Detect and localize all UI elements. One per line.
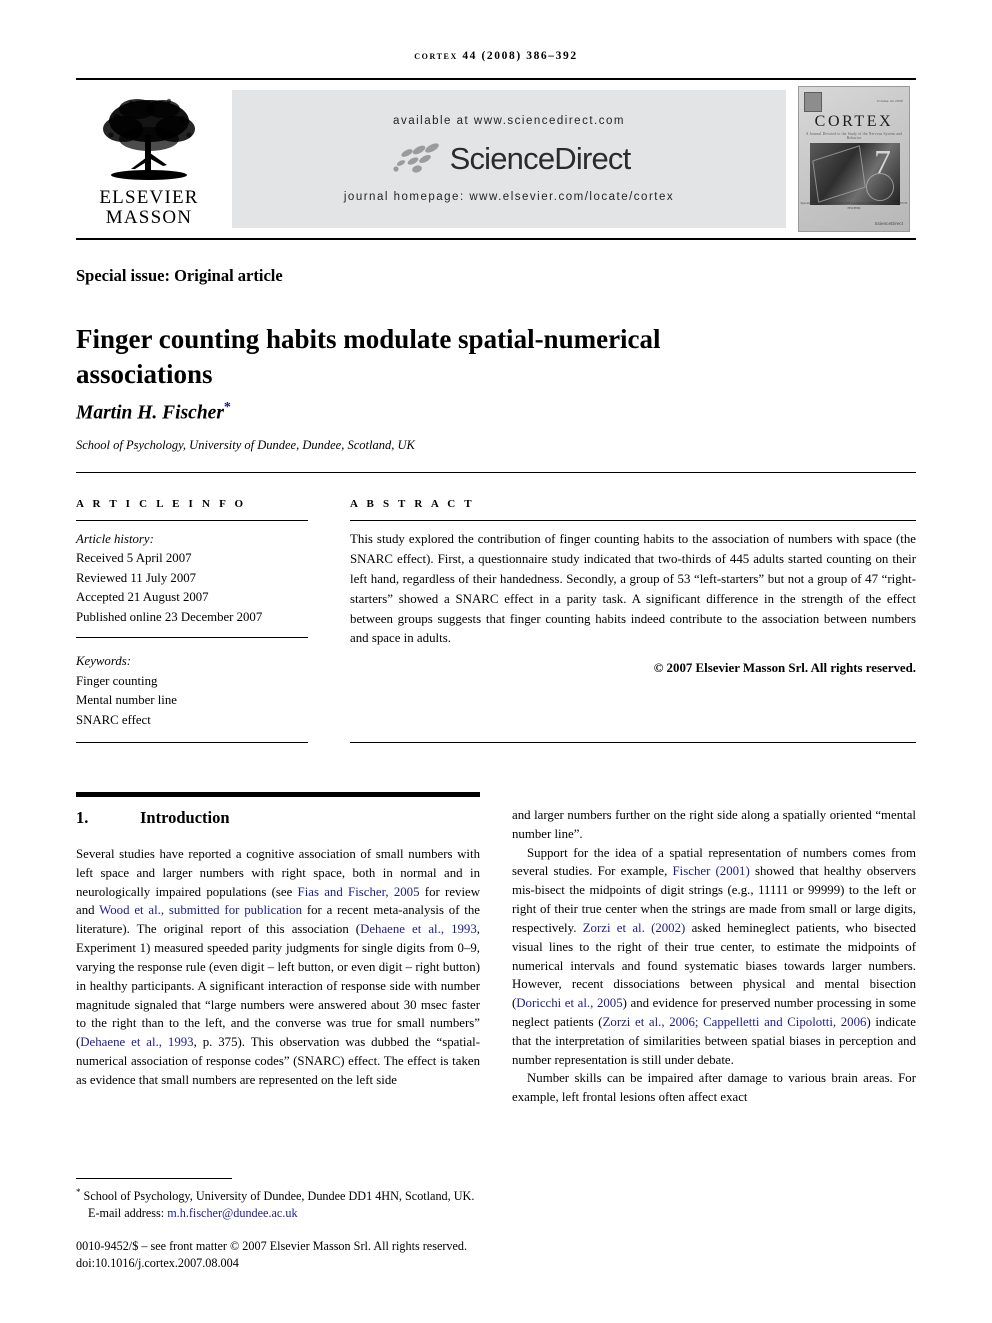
text-run: and larger numbers further on the right … <box>512 808 916 841</box>
cover-footer-text: Special issue EDITORS: SERGIO DELLA SALA… <box>800 201 908 211</box>
cover-emblem-icon <box>804 92 822 112</box>
history-item: Published online 23 December 2007 <box>76 609 263 624</box>
doi-line: doi:10.1016/j.cortex.2007.08.004 <box>76 1256 239 1271</box>
footnote-marker: * <box>76 1187 81 1197</box>
history-item: Reviewed 11 July 2007 <box>76 570 197 585</box>
section-thick-rule <box>76 792 480 797</box>
sciencedirect-banner: available at www.sciencedirect.com Scien… <box>232 90 786 228</box>
cover-volume-digit: 7 <box>874 144 891 181</box>
abstract-column: A B S T R A C T This study explored the … <box>350 498 916 676</box>
article-history: Article history: Received 5 April 2007 R… <box>76 530 308 627</box>
history-item: Accepted 21 August 2007 <box>76 590 209 605</box>
abstract-heading: A B S T R A C T <box>350 498 475 510</box>
author-label: Martin H. Fischer <box>76 402 224 424</box>
elsevier-tree-icon <box>103 98 195 180</box>
article-info-heading: A R T I C L E I N F O <box>76 498 247 510</box>
keywords-bottom-divider <box>76 741 308 743</box>
cover-issue-note: Volume 44 2008 <box>876 99 903 103</box>
citation-link-zorzi-2006-cappelletti[interactable]: Zorzi et al., 2006; Cappelletti and Cipo… <box>603 1015 867 1029</box>
citation-link-doricchi-2005[interactable]: Doricchi et al., 2005 <box>516 996 622 1010</box>
citation-link-zorzi-2002[interactable]: Zorzi et al. (2002) <box>583 921 686 935</box>
journal-homepage-text: journal homepage: www.elsevier.com/locat… <box>343 191 675 203</box>
paragraph: and larger numbers further on the right … <box>512 806 916 844</box>
author-footnote-marker: * <box>223 400 231 415</box>
article-page: cortex 44 (2008) 386–392 ELSEVIER MASSON… <box>0 0 992 1323</box>
issn-copyright-line: 0010-9452/$ – see front matter © 2007 El… <box>76 1239 468 1253</box>
keywords-top-divider <box>76 637 308 639</box>
sciencedirect-leaves-icon <box>392 143 439 173</box>
text-run: Number skills can be impaired after dama… <box>512 1071 916 1105</box>
paragraph: Several studies have reported a cognitiv… <box>76 845 480 1090</box>
correspondence-footnote: * School of Psychology, University of Du… <box>76 1186 546 1223</box>
abstract-text: This study explored the contribution of … <box>350 532 916 646</box>
section-number: 1. <box>76 808 89 827</box>
paragraph: Number skills can be impaired after dama… <box>512 1069 916 1107</box>
journal-masthead: ELSEVIER MASSON available at www.science… <box>76 78 916 240</box>
history-item: Received 5 April 2007 <box>76 551 192 566</box>
special-issue-label: Special issue: Original article <box>76 266 283 285</box>
article-info-divider <box>76 520 308 521</box>
keyword-item: Finger counting <box>76 673 158 688</box>
citation-link-fias-fischer-2005[interactable]: Fias and Fischer, 2005 <box>298 885 420 899</box>
author-name: Martin H. Fischer* <box>76 400 231 425</box>
cover-journal-title: CORTEX <box>814 113 894 130</box>
imprint-block: 0010-9452/$ – see front matter © 2007 El… <box>76 1238 546 1273</box>
sciencedirect-wordmark: ScienceDirect <box>449 141 632 176</box>
citation-link-dehaene-1993[interactable]: Dehaene et al., 1993 <box>360 922 477 936</box>
journal-cover-thumbnail: Volume 44 2008 CORTEX A Journal Devoted … <box>798 86 910 232</box>
email-link[interactable]: m.h.fischer@dundee.ac.uk <box>167 1206 297 1220</box>
footnote-divider <box>76 1178 232 1179</box>
text-run: , Experiment 1) measured speeded parity … <box>76 922 480 1050</box>
available-at-text: available at www.sciencedirect.com <box>393 115 625 127</box>
keywords-list: Keywords: Finger counting Mental number … <box>76 652 308 730</box>
elsevier-logo-block: ELSEVIER MASSON <box>76 80 222 238</box>
citation-link-dehaene-1993-page[interactable]: Dehaene et al., 1993 <box>80 1035 193 1049</box>
article-history-label: Article history: <box>76 532 154 546</box>
elsevier-name: ELSEVIER <box>99 186 199 208</box>
cover-journal-subtitle: A Journal Devoted to the Study of the Ne… <box>805 132 903 140</box>
body-column-left: Several studies have reported a cognitiv… <box>76 845 480 1090</box>
article-info-column: A R T I C L E I N F O Article history: R… <box>76 498 308 743</box>
keywords-block: Keywords: Finger counting Mental number … <box>76 652 308 730</box>
cover-artwork: 7 <box>810 143 900 205</box>
copyright-line: © 2007 Elsevier Masson Srl. All rights r… <box>653 661 916 676</box>
running-head: cortex 44 (2008) 386–392 <box>414 50 578 62</box>
introduction-heading: 1. Introduction <box>76 808 230 828</box>
abstract-bottom-divider <box>350 742 916 743</box>
sciencedirect-logo: ScienceDirect <box>388 141 631 177</box>
paragraph: Support for the idea of a spatial repres… <box>512 844 916 1070</box>
cover-artwork-shape <box>812 145 866 203</box>
correspondence-address: School of Psychology, University of Dund… <box>83 1189 475 1204</box>
cover-sciencedirect-mark: ScienceDirect <box>874 221 903 226</box>
abstract-divider <box>350 520 916 521</box>
author-affiliation: School of Psychology, University of Dund… <box>76 438 415 452</box>
citation-link-fischer-2001[interactable]: Fischer (2001) <box>673 864 750 878</box>
journal-cover-block: Volume 44 2008 CORTEX A Journal Devoted … <box>792 80 916 238</box>
elsevier-wordmark: ELSEVIER MASSON <box>99 186 199 228</box>
email-label: E-mail address: <box>88 1206 168 1221</box>
keyword-item: SNARC effect <box>76 712 151 727</box>
keyword-item: Mental number line <box>76 693 177 708</box>
email-line: E-mail address: m.h.fischer@dundee.ac.uk <box>76 1205 546 1222</box>
masson-name: MASSON <box>105 206 193 228</box>
header-divider <box>76 472 916 473</box>
citation-link-wood-et-al[interactable]: Wood et al., submitted for publication <box>99 903 302 917</box>
section-title: Introduction <box>140 808 230 827</box>
keywords-label: Keywords: <box>76 654 131 669</box>
body-column-right: and larger numbers further on the right … <box>512 806 916 1107</box>
page-title: Finger counting habits modulate spatial-… <box>76 324 661 389</box>
